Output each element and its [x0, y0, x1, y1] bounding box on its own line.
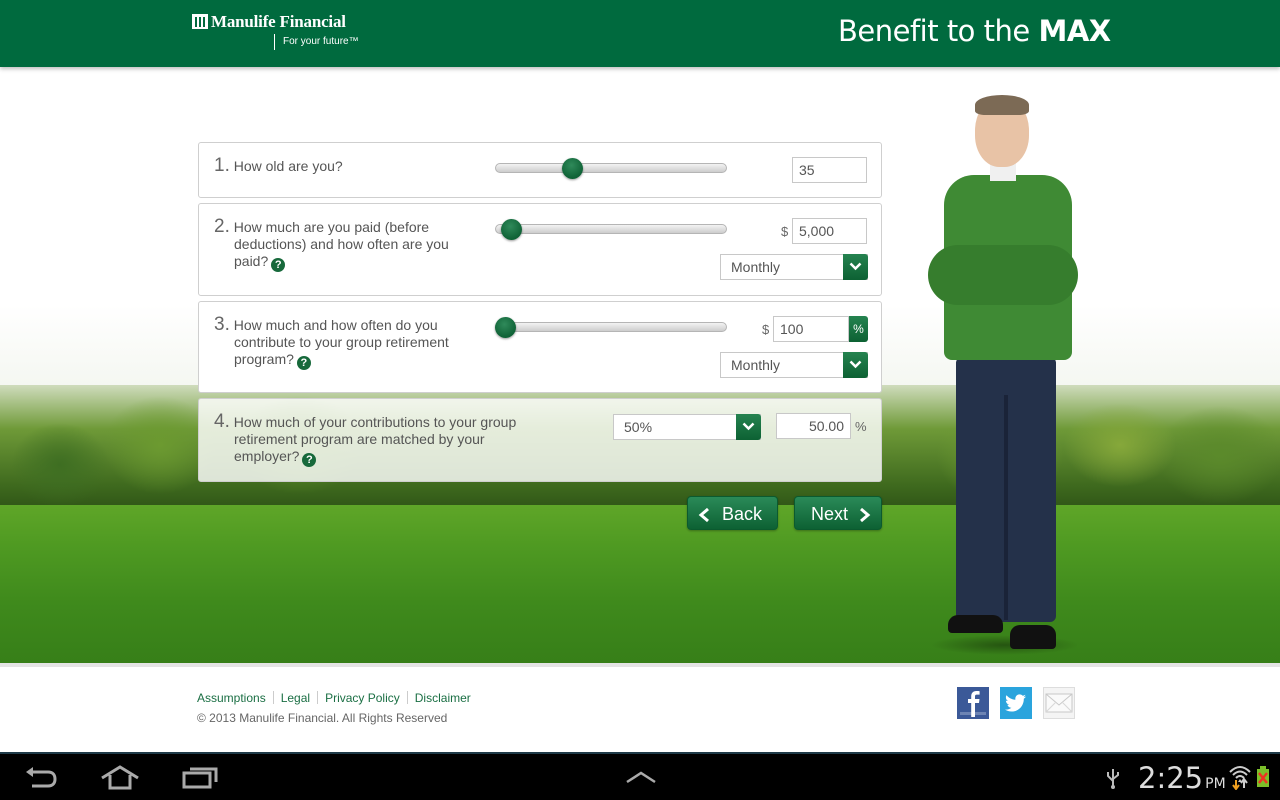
employer-match-input[interactable] [776, 413, 851, 439]
question-number: 4. [214, 411, 230, 432]
chevron-down-icon [849, 262, 862, 271]
system-navigation-bar: 2:25 PM [0, 752, 1280, 800]
legal-link[interactable]: Legal [281, 691, 310, 705]
app-header: Manulife Financial For your future™ Bene… [0, 0, 1280, 67]
privacy-policy-link[interactable]: Privacy Policy [325, 691, 400, 705]
question-line: deductions) and how often are you [234, 236, 449, 252]
back-icon[interactable] [24, 766, 60, 790]
status-clock: 2:25 PM [1138, 761, 1226, 795]
facebook-icon[interactable] [957, 687, 989, 719]
employer-match-select[interactable]: 50% [613, 414, 761, 440]
question-line: How old are you? [233, 158, 343, 174]
question-line: How much of your contributions to your g… [233, 414, 517, 430]
contribution-slider[interactable] [495, 317, 727, 338]
slider-thumb[interactable] [495, 317, 516, 338]
contribution-frequency-select[interactable]: Monthly [720, 352, 868, 378]
brand-tagline: For your future™ [274, 34, 359, 50]
question-number: 3. [214, 314, 230, 335]
question-employer-match: 4. How much of your contributions to you… [198, 398, 882, 482]
chevron-down-icon [849, 360, 862, 369]
divider [406, 691, 408, 704]
select-value: Monthly [731, 357, 781, 373]
usb-icon [1107, 769, 1119, 789]
contribution-amount-input[interactable] [773, 316, 849, 342]
divider [272, 691, 274, 704]
twitter-icon[interactable] [1000, 687, 1032, 719]
app-title-bold: MAX [1038, 14, 1111, 48]
page-footer: Assumptions Legal Privacy Policy Disclaimer… [0, 667, 1280, 752]
help-icon[interactable]: ? [271, 258, 286, 272]
question-line: paid? [234, 253, 269, 269]
divider [317, 691, 319, 704]
question-line-with-help: program?? [214, 351, 544, 370]
currency-symbol: $ [781, 224, 789, 239]
email-icon[interactable] [1043, 687, 1075, 719]
question-line: employer? [234, 448, 300, 464]
question-line-with-help: paid?? [214, 253, 544, 272]
copyright-text: © 2013 Manulife Financial. All Rights Re… [197, 711, 448, 725]
clock-time: 2:25 [1138, 761, 1204, 795]
percent-toggle-button[interactable]: % [849, 316, 868, 342]
question-line: How much are you paid (before [233, 219, 430, 235]
dropdown-button[interactable] [843, 352, 868, 378]
question-line: How much and how often do you [233, 317, 438, 333]
questionnaire-form: 1. How old are you? 2. How much are you … [198, 142, 882, 530]
dropdown-button[interactable] [736, 414, 761, 440]
manulife-logo[interactable]: Manulife Financial For your future™ [192, 12, 359, 50]
nav-buttons: Back Next [198, 487, 882, 530]
logo-mark-icon [192, 14, 208, 29]
currency-symbol: $ [762, 322, 770, 337]
pay-amount-input[interactable] [792, 218, 867, 244]
footer-links: Assumptions Legal Privacy Policy Disclaimer [197, 691, 471, 705]
question-contribution: 3. How much and how often do you contrib… [198, 301, 882, 393]
pay-frequency-select[interactable]: Monthly [720, 254, 868, 280]
question-line-with-help: employer?? [214, 448, 554, 467]
question-number: 1. [214, 155, 230, 176]
recent-apps-icon[interactable] [182, 765, 218, 789]
wifi-icon [1229, 766, 1251, 790]
back-button[interactable]: Back [687, 496, 778, 530]
grass-field [0, 505, 1280, 667]
question-text: 4. How much of your contributions to you… [214, 411, 554, 467]
select-value: 50% [624, 419, 653, 435]
help-icon[interactable]: ? [302, 453, 317, 467]
next-button[interactable]: Next [794, 496, 882, 530]
question-age: 1. How old are you? [198, 142, 882, 198]
chevron-right-icon [860, 507, 871, 523]
slider-thumb[interactable] [561, 158, 583, 179]
app-title: Benefit to the MAX [838, 14, 1111, 48]
brand-name: Manulife Financial [211, 12, 346, 31]
help-icon[interactable]: ? [296, 356, 311, 370]
question-number: 2. [214, 216, 230, 237]
app-title-regular: Benefit to the [838, 14, 1039, 48]
age-slider[interactable] [495, 158, 727, 179]
next-label: Next [811, 504, 849, 524]
up-chevron-icon[interactable] [625, 770, 657, 784]
clock-ampm: PM [1205, 776, 1226, 792]
question-line: program? [234, 351, 294, 367]
chevron-down-icon [742, 422, 755, 431]
select-value: Monthly [731, 259, 781, 275]
chevron-left-icon [698, 507, 709, 523]
question-line: contribute to your group retirement [234, 334, 449, 350]
disclaimer-link[interactable]: Disclaimer [415, 691, 471, 705]
dropdown-button[interactable] [843, 254, 868, 280]
assumptions-link[interactable]: Assumptions [197, 691, 266, 705]
question-line: retirement program are matched by your [234, 431, 485, 447]
pay-slider[interactable] [495, 219, 727, 240]
age-input[interactable] [792, 157, 867, 183]
percent-unit: % [855, 419, 867, 434]
back-label: Back [722, 504, 763, 524]
person-image [920, 95, 1085, 655]
battery-icon [1257, 766, 1269, 787]
home-icon[interactable] [100, 764, 140, 790]
question-pay: 2. How much are you paid (before deducti… [198, 203, 882, 296]
